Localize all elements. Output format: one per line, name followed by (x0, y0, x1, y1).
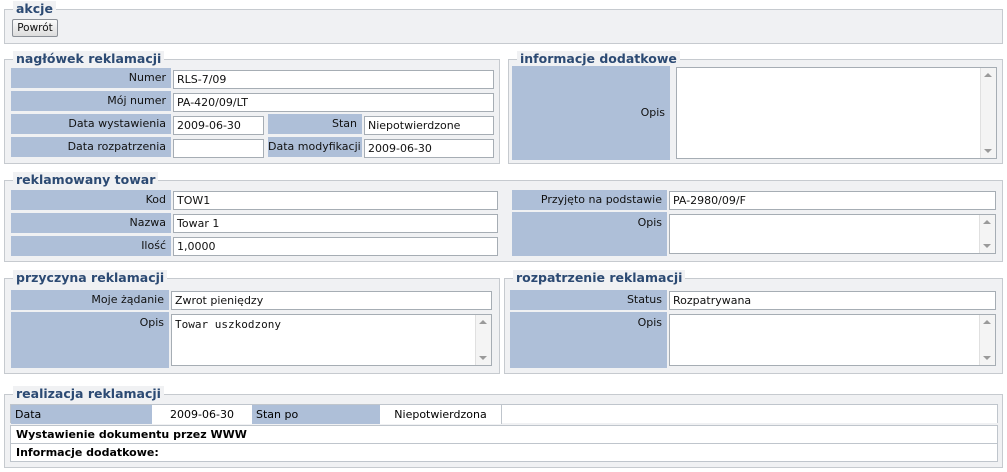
scrollbar[interactable] (475, 315, 491, 365)
przyczyna-opis-textarea[interactable]: Towar uszkodzony (171, 314, 492, 366)
header-legend: nagłówek reklamacji (13, 51, 165, 67)
towar-opis-label: Opis (512, 212, 667, 256)
przyjeto-field[interactable]: PA-2980/09/F (669, 191, 996, 210)
data-modyfikacji-label: Data modyfikacji (268, 137, 362, 157)
info-opis-label: Opis (512, 66, 670, 160)
scrollbar[interactable] (980, 68, 996, 158)
towar-opis-textarea[interactable] (669, 214, 996, 254)
data-modyfikacji-field[interactable]: 2009-06-30 (364, 139, 494, 158)
rozpatrzenie-opis-label: Opis (510, 312, 667, 368)
scroll-down-icon[interactable] (983, 356, 991, 360)
resolution-legend: rozpatrzenie reklamacji (513, 270, 686, 286)
info-opis-text (677, 68, 996, 74)
kod-field[interactable]: TOW1 (173, 191, 498, 210)
realization-doc-row: Wystawienie dokumentu przez WWW (10, 425, 998, 444)
data-wystawienia-label: Data wystawienia (11, 114, 171, 134)
ilosc-label: Ilość (11, 236, 171, 256)
nazwa-field[interactable]: Towar 1 (173, 214, 498, 233)
scroll-down-icon[interactable] (984, 149, 992, 153)
product-legend: reklamowany towar (13, 172, 159, 188)
numer-label: Numer (11, 68, 171, 88)
rozpatrzenie-opis-text (670, 315, 995, 321)
zadanie-label: Moje żądanie (11, 290, 169, 310)
kod-label: Kod (11, 190, 171, 210)
data-rozpatrzenia-label: Data rozpatrzenia (11, 137, 171, 157)
status-label: Status (510, 290, 667, 310)
realization-data-value: 2009-06-30 (152, 405, 252, 424)
reason-legend: przyczyna reklamacji (13, 270, 168, 286)
realization-data-label: Data (11, 405, 152, 424)
back-button[interactable]: Powrót (12, 19, 58, 37)
scroll-down-icon[interactable] (983, 244, 991, 248)
realization-legend: realizacja reklamacji (13, 386, 164, 402)
data-rozpatrzenia-field[interactable] (173, 139, 264, 158)
stan-field[interactable]: Niepotwierdzone (364, 116, 494, 135)
scrollbar[interactable] (979, 215, 995, 253)
towar-opis-text (670, 215, 995, 221)
realization-extra-row: Informacje dodatkowe: (10, 443, 998, 462)
przyczyna-opis-label: Opis (11, 312, 169, 368)
info-legend: informacje dodatkowe (517, 51, 680, 67)
scroll-down-icon[interactable] (479, 356, 487, 360)
realization-stan-po-label: Stan po (252, 405, 380, 424)
akcje-legend: akcje (13, 1, 56, 17)
info-opis-textarea[interactable] (676, 67, 997, 159)
zadanie-field[interactable]: Zwrot pieniędzy (171, 291, 492, 310)
numer-field[interactable]: RLS-7/09 (173, 70, 494, 89)
stan-label: Stan (268, 114, 362, 134)
rozpatrzenie-opis-textarea[interactable] (669, 314, 996, 366)
akcje-section: akcje Powrót (4, 1, 1003, 44)
moj-numer-label: Mój numer (11, 91, 171, 111)
scroll-up-icon[interactable] (983, 320, 991, 324)
realization-stan-po-value: Niepotwierdzona (380, 405, 502, 424)
scroll-up-icon[interactable] (984, 73, 992, 77)
scroll-up-icon[interactable] (479, 320, 487, 324)
nazwa-label: Nazwa (11, 213, 171, 233)
ilosc-field[interactable]: 1,0000 (173, 237, 498, 256)
status-field[interactable]: Rozpatrywana (669, 291, 996, 310)
przyjeto-label: Przyjęto na podstawie (512, 190, 667, 210)
przyczyna-opis-text: Towar uszkodzony (175, 318, 281, 331)
data-wystawienia-field[interactable]: 2009-06-30 (173, 116, 264, 135)
moj-numer-field[interactable]: PA-420/09/LT (173, 93, 494, 112)
scrollbar[interactable] (979, 315, 995, 365)
scroll-up-icon[interactable] (983, 220, 991, 224)
